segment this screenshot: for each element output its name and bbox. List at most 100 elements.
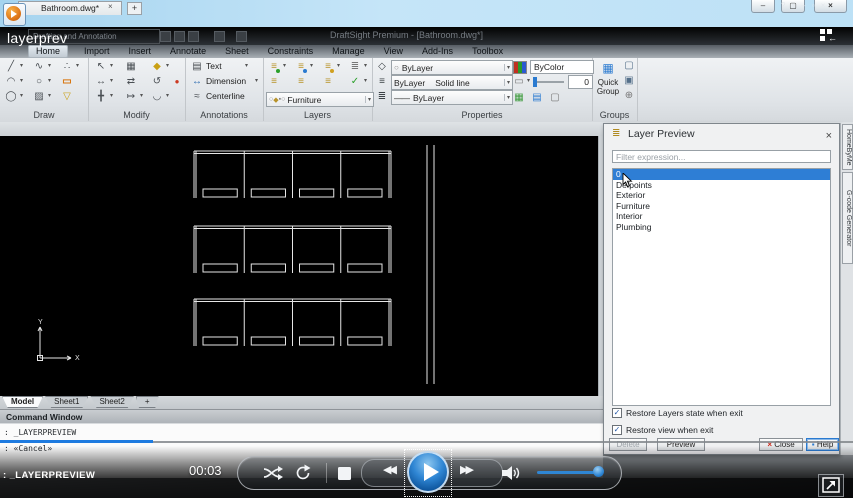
transparency-value-field[interactable]: 0 xyxy=(568,75,593,89)
menu-tab-sheet[interactable]: Sheet xyxy=(222,46,252,57)
checkbox-check-icon[interactable]: ✓ xyxy=(612,425,622,435)
chevron-down-icon[interactable]: ▾ xyxy=(504,79,510,86)
dimension-tool-icon[interactable]: ↔ xyxy=(190,75,204,88)
quick-group-button[interactable]: ▦ Quick Group xyxy=(594,59,622,106)
fillet-tool-icon[interactable]: ◡ xyxy=(150,90,164,103)
chevron-down-icon[interactable]: ▾ xyxy=(243,60,250,73)
new-file-icon[interactable] xyxy=(160,31,171,42)
group-edit-icon[interactable]: ▣ xyxy=(622,74,636,87)
centerline-tool-icon[interactable]: ≈ xyxy=(190,90,204,103)
fast-forward-button[interactable]: ▶▶ xyxy=(460,463,471,476)
match-properties-icon[interactable]: ▦ xyxy=(512,91,526,104)
menu-tab-home[interactable]: Home xyxy=(28,45,68,58)
checkbox-check-icon[interactable]: ✓ xyxy=(612,408,622,418)
chevron-down-icon[interactable]: ▾ xyxy=(74,60,81,73)
color-bars-icon[interactable] xyxy=(513,61,527,74)
save-file-icon[interactable] xyxy=(188,31,199,42)
transparency-slider-track[interactable] xyxy=(534,81,564,83)
layer-item-furniture[interactable]: Furniture xyxy=(613,201,830,212)
seek-bar[interactable] xyxy=(0,440,853,443)
fullscreen-button[interactable] xyxy=(818,474,844,497)
layer-item-interior[interactable]: Interior xyxy=(613,211,830,222)
volume-icon[interactable] xyxy=(501,465,522,481)
rectangle-tool-icon[interactable]: ▭ xyxy=(60,75,74,88)
chevron-down-icon[interactable]: ▾ xyxy=(164,60,171,73)
chevron-down-icon[interactable]: ▾ xyxy=(18,90,25,103)
redo-icon[interactable] xyxy=(236,31,247,42)
pattern-tool-icon[interactable]: ╋ xyxy=(94,90,108,103)
line-weight-selector[interactable]: —— ByLayer ▾ xyxy=(391,90,513,105)
layer-show-icon[interactable]: ≡ xyxy=(294,75,308,88)
arc-tool-icon[interactable]: ◠ xyxy=(4,75,18,88)
layer-item-defpoints[interactable]: Defpoints xyxy=(613,180,830,191)
chevron-down-icon[interactable]: ▾ xyxy=(525,75,532,88)
point-tool-icon[interactable]: ∴ xyxy=(60,60,74,73)
ribbon-options-icons[interactable]: ?▾–▫× xyxy=(781,1,825,10)
sheet-tab-sheet1[interactable]: Sheet1 xyxy=(45,396,88,408)
layer-hide-icon[interactable]: ≡ xyxy=(267,75,281,88)
weld-tool-icon[interactable]: ● xyxy=(170,75,184,88)
volume-slider-knob[interactable] xyxy=(593,466,604,477)
properties-icon[interactable]: ◇ xyxy=(375,60,389,73)
chevron-down-icon[interactable]: ▾ xyxy=(46,60,53,73)
ribbon-option-icon-4[interactable]: × xyxy=(821,1,826,10)
ribbon-option-icon-1[interactable]: ▾ xyxy=(791,1,795,10)
open-file-icon[interactable] xyxy=(174,31,185,42)
chevron-down-icon[interactable]: ▾ xyxy=(253,75,260,88)
group-new-icon[interactable]: ▢ xyxy=(622,59,636,72)
array-tool-icon[interactable]: ▦ xyxy=(124,60,138,73)
restore-view-checkbox[interactable]: ✓ Restore view when exit xyxy=(612,425,713,435)
chevron-down-icon[interactable]: ▾ xyxy=(138,90,145,103)
layer-list[interactable]: 0DefpointsExteriorFurnitureInteriorPlumb… xyxy=(612,168,831,406)
move-tool-icon[interactable]: ↖ xyxy=(94,60,108,73)
menu-tab-toolbox[interactable]: Toolbox xyxy=(469,46,506,57)
group-explode-icon[interactable]: ⊕ xyxy=(622,89,636,102)
document-tab-bathroom[interactable]: Bathroom.dwg* xyxy=(18,1,122,15)
chevron-down-icon[interactable]: ▾ xyxy=(46,75,53,88)
line-color-selector[interactable]: ○ ByLayer ▾ xyxy=(391,60,513,75)
dimension-button[interactable]: Dimension xyxy=(206,75,246,88)
chevron-down-icon[interactable]: ▾ xyxy=(18,60,25,73)
menu-tab-view[interactable]: View xyxy=(381,46,406,57)
chevron-down-icon[interactable]: ▾ xyxy=(164,90,171,103)
ellipse-tool-icon[interactable]: ○ xyxy=(32,75,46,88)
layer-item-plumbing[interactable]: Plumbing xyxy=(613,222,830,233)
command-window-titlebar[interactable]: Command Window xyxy=(0,409,603,423)
polygon-tool-icon[interactable]: ▽ xyxy=(60,90,74,103)
player-replay-button[interactable] xyxy=(3,3,26,26)
rotate-tool-icon[interactable]: ↺ xyxy=(150,75,164,88)
menu-tab-insert[interactable]: Insert xyxy=(126,46,155,57)
restore-layers-checkbox[interactable]: ✓ Restore Layers state when exit xyxy=(612,408,743,418)
chevron-down-icon[interactable]: ▾ xyxy=(504,64,510,71)
linestyle-icon[interactable]: ≡ xyxy=(375,75,389,88)
chevron-down-icon[interactable]: ▾ xyxy=(365,96,371,103)
tab-close-icon[interactable]: × xyxy=(108,2,113,11)
shuffle-icon[interactable] xyxy=(262,465,284,481)
chevron-down-icon[interactable]: ▾ xyxy=(335,60,342,73)
layer-item-exterior[interactable]: Exterior xyxy=(613,190,830,201)
transparency-icon[interactable]: ▭ xyxy=(512,75,526,88)
stretch-tool-icon[interactable]: ↔ xyxy=(94,75,108,88)
menu-tab-manage[interactable]: Manage xyxy=(329,46,368,57)
chevron-down-icon[interactable]: ▾ xyxy=(362,60,369,73)
chevron-down-icon[interactable]: ▾ xyxy=(108,60,115,73)
chevron-down-icon[interactable]: ▾ xyxy=(308,60,315,73)
menu-tab-constraints[interactable]: Constraints xyxy=(265,46,317,57)
layer-check-icon[interactable]: ✓ xyxy=(348,75,362,88)
chevron-down-icon[interactable]: ▾ xyxy=(18,75,25,88)
properties-panel-icon[interactable]: ▤ xyxy=(530,91,544,104)
hatch-tool-icon[interactable]: ▨ xyxy=(32,90,46,103)
line-tool-icon[interactable]: ╱ xyxy=(4,60,18,73)
filter-expression-input[interactable] xyxy=(612,150,831,163)
rewind-button[interactable]: ◀◀ xyxy=(383,463,394,476)
new-tab-button[interactable]: + xyxy=(127,2,142,15)
loop-icon[interactable] xyxy=(294,464,312,482)
volume-slider[interactable] xyxy=(537,471,600,474)
stop-button[interactable] xyxy=(338,467,351,480)
menu-tab-add-ins[interactable]: Add-Ins xyxy=(419,46,456,57)
transparency-slider-handle[interactable] xyxy=(533,77,537,87)
menu-tab-import[interactable]: Import xyxy=(81,46,113,57)
chevron-down-icon[interactable]: ▾ xyxy=(108,90,115,103)
ribbon-option-icon-3[interactable]: ▫ xyxy=(812,1,815,10)
lineweight-icon[interactable]: ≣ xyxy=(375,90,389,103)
